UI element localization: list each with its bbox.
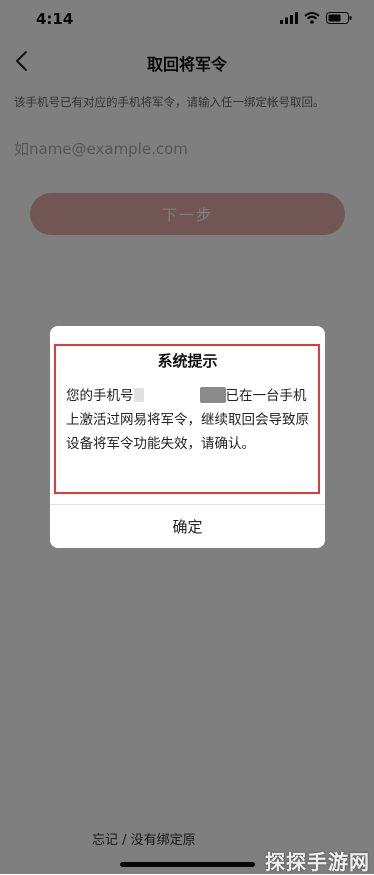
redacted-phone-start [133,388,144,402]
dialog-title: 系统提示 [157,352,218,370]
message-line1-suffix: 已在一台手 [225,388,294,404]
message-prefix: 您的手机号 [66,388,134,404]
confirm-button[interactable]: 确定 [50,505,325,548]
redacted-phone-end [199,387,226,403]
watermark: 探探手游网 [265,850,370,874]
dialog-message: 您的手机号 已在一台手机上激活过网易将军令，继续取回会导致原设备将军令功能失效，请… [66,384,309,456]
system-dialog: 系统提示 您的手机号 已在一台手机上激活过网易将军令，继续取回会导致原设备将军令功… [50,326,325,548]
